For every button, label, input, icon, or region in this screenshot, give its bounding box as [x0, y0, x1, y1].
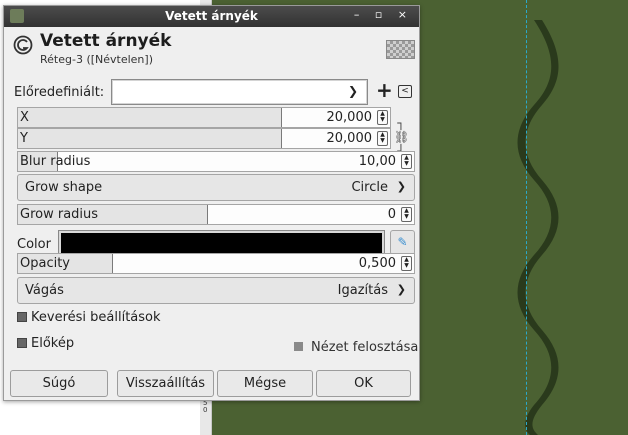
color-label: Color: [17, 237, 51, 252]
spinner-arrows-icon[interactable]: ▲ ▼: [401, 256, 412, 271]
drop-shadow-dialog: Vetett árnyék – ▫ × Vetett árnyék Réteg-…: [3, 5, 420, 401]
eyedropper-icon[interactable]: ✎: [390, 230, 415, 255]
chevron-down-icon: ❯: [347, 84, 358, 98]
status-area: [0, 425, 200, 435]
split-view-toggle[interactable]: Nézet felosztása: [294, 340, 418, 355]
split-view-label: Nézet felosztása: [311, 340, 419, 355]
clipping-label: Vágás: [25, 283, 64, 298]
preview-checkbox[interactable]: Előkép: [17, 336, 74, 351]
spinner-arrows-icon[interactable]: ▲ ▼: [401, 154, 412, 169]
cancel-button[interactable]: Mégse: [217, 370, 313, 397]
spinner-arrows-icon[interactable]: ▲ ▼: [377, 110, 388, 125]
y-offset-value: 20,000: [326, 131, 373, 146]
spinner-arrows-icon[interactable]: ▲ ▼: [401, 207, 412, 222]
checkbox-icon: [294, 342, 303, 351]
clipping-combobox[interactable]: Vágás Igazítás ❯: [17, 277, 415, 304]
dialog-titlebar[interactable]: Vetett árnyék – ▫ ×: [4, 6, 419, 27]
grow-radius-spinscale[interactable]: Grow radius 0 ▲ ▼: [17, 204, 415, 225]
x-offset-fill: [18, 108, 283, 127]
add-preset-button[interactable]: +: [376, 80, 393, 100]
y-offset-spinscale[interactable]: Y 20,000 ▲ ▼: [17, 128, 391, 149]
blur-radius-spinscale[interactable]: Blur radius 10,00 ▲ ▼: [17, 151, 415, 172]
blur-radius-label: Blur radius: [20, 154, 91, 169]
help-button[interactable]: Súgó: [10, 370, 108, 397]
expander-icon: [17, 312, 27, 322]
y-offset-label: Y: [20, 131, 28, 146]
canvas-guide-line[interactable]: [526, 0, 527, 435]
chevron-down-icon: ❯: [396, 283, 406, 296]
y-offset-fill: [18, 129, 283, 148]
grow-radius-label: Grow radius: [20, 207, 99, 222]
grow-shape-combobox[interactable]: Grow shape Circle ❯: [17, 174, 415, 201]
presets-combobox[interactable]: ❯: [111, 79, 368, 105]
dialog-heading: Vetett árnyék: [40, 31, 172, 51]
opacity-spinscale[interactable]: Opacity 0,500 ▲ ▼: [17, 253, 415, 274]
chevron-down-icon: ❯: [396, 180, 406, 193]
blending-options-expander[interactable]: Keverési beállítások: [17, 310, 161, 325]
checkbox-icon: [17, 338, 27, 348]
grow-shape-label: Grow shape: [25, 180, 103, 195]
ok-button[interactable]: OK: [316, 370, 411, 397]
opacity-value: 0,500: [358, 256, 396, 271]
x-offset-label: X: [20, 110, 29, 125]
presets-menu-button[interactable]: <: [398, 85, 412, 98]
opacity-label: Opacity: [20, 256, 71, 271]
color-swatch-button[interactable]: [58, 230, 385, 256]
spinner-arrows-icon[interactable]: ▲ ▼: [377, 131, 388, 146]
x-offset-spinscale[interactable]: X 20,000 ▲ ▼: [17, 107, 391, 128]
grow-shape-value: Circle: [351, 180, 388, 195]
window-controls[interactable]: – ▫ ×: [354, 8, 413, 21]
presets-label: Előredefiniált:: [14, 85, 105, 100]
clipping-value: Igazítás: [337, 283, 388, 298]
gimp-filter-icon: [13, 35, 33, 55]
grow-radius-value: 0: [387, 207, 396, 222]
blending-options-label: Keverési beállítások: [31, 310, 161, 325]
preview-label: Előkép: [31, 336, 75, 351]
blur-radius-value: 10,00: [358, 154, 396, 169]
reset-button[interactable]: Visszaállítás: [117, 370, 214, 397]
layer-name: Réteg-3 ([Névtelen]): [40, 53, 153, 66]
x-offset-value: 20,000: [326, 110, 373, 125]
layer-thumbnail: [386, 40, 415, 59]
